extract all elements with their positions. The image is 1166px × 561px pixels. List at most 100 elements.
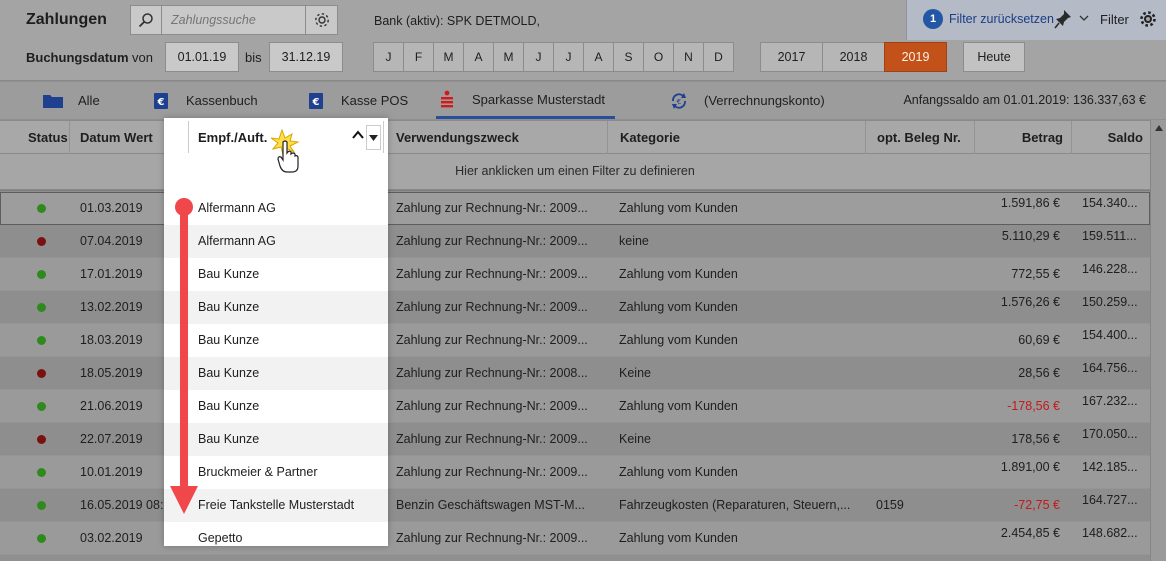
cell-receipt [876, 324, 972, 357]
svg-text:€: € [677, 98, 681, 106]
tab-clearing-account[interactable]: € (Verrechnungskonto) [668, 82, 825, 119]
column-header-purpose[interactable]: Verwendungszweck [388, 121, 608, 154]
sort-ascending-icon[interactable] [352, 130, 364, 140]
year-button-2019[interactable]: 2019 [884, 42, 947, 72]
month-button[interactable]: J [553, 42, 584, 72]
filter-panel: 1 Filter zurücksetzen Filter [906, 0, 1166, 40]
cell-receipt [876, 258, 972, 291]
svg-text:€: € [157, 97, 165, 108]
today-button[interactable]: Heute [963, 42, 1025, 72]
cell-category: Keine [619, 366, 651, 380]
vertical-scrollbar[interactable] [1150, 120, 1166, 561]
toolbar: Zahlungen Bank (aktiv): SPK DETMOLD, 1 F… [0, 0, 1166, 81]
cell-purpose: Benzin Geschäftswagen MST-M... [396, 498, 585, 512]
tab-label: Alle [78, 93, 100, 108]
cell-purpose: Zahlung zur Rechnung-Nr.: 2009... [396, 234, 588, 248]
cell-balance: 170.050... [1082, 427, 1138, 441]
status-dot-open [37, 435, 46, 444]
pin-icon[interactable] [1054, 9, 1072, 29]
cell-purpose: Zahlung zur Rechnung-Nr.: 2009... [396, 399, 588, 413]
date-to-field[interactable]: 31.12.19 [269, 42, 343, 72]
cell-receipt [876, 456, 972, 489]
sparkasse-icon [436, 90, 458, 108]
filter-reset-link[interactable]: Filter zurücksetzen [949, 12, 1054, 26]
from-label: von [132, 50, 153, 65]
cell-category: Zahlung vom Kunden [619, 267, 738, 281]
month-button[interactable]: M [493, 42, 524, 72]
cell-receipt [876, 192, 972, 225]
booking-date-label: Buchungsdatum [26, 50, 129, 65]
search-button[interactable] [131, 6, 162, 34]
month-button[interactable]: N [673, 42, 704, 72]
month-button[interactable]: D [703, 42, 734, 72]
column-header-receipt[interactable]: opt. Beleg Nr. [869, 121, 975, 154]
tab-all[interactable]: Alle [42, 82, 100, 119]
cell-category: keine [619, 234, 649, 248]
year-button-2017[interactable]: 2017 [760, 42, 823, 72]
folder-icon [42, 92, 64, 110]
cell-balance: 148.682... [1082, 526, 1138, 540]
cell-category: Zahlung vom Kunden [619, 531, 738, 545]
cell-amount: 5.110,29 € [1001, 229, 1060, 243]
hand-cursor-icon [270, 128, 300, 173]
column-header-status[interactable]: Status [20, 121, 70, 154]
column-header-balance[interactable]: Saldo [1073, 121, 1151, 154]
cell-amount: 2.454,85 € [1000, 526, 1060, 540]
cell-amount: 1.591,86 € [1000, 196, 1060, 210]
tab-label: Kasse POS [341, 93, 409, 108]
status-dot-ok [37, 402, 46, 411]
cell-purpose: Zahlung zur Rechnung-Nr.: 2009... [396, 432, 588, 446]
search-input[interactable] [163, 6, 305, 34]
to-label: bis [245, 50, 262, 65]
month-button[interactable]: A [583, 42, 614, 72]
tab-cash-pos[interactable]: € Kasse POS [305, 82, 408, 119]
clearing-account-icon: € [668, 92, 690, 110]
cell-receipt [876, 423, 972, 456]
month-button[interactable]: S [613, 42, 644, 72]
date-from-field[interactable]: 01.01.19 [165, 42, 239, 72]
cell-recipient[interactable]: Gepetto [164, 522, 388, 546]
month-button[interactable]: M [433, 42, 464, 72]
cell-amount: -72,75 € [1014, 498, 1060, 512]
filter-count-badge: 1 [923, 9, 943, 29]
cell-receipt [876, 522, 972, 555]
search-settings-button[interactable] [305, 6, 337, 34]
cell-balance: 159.511... [1082, 229, 1137, 243]
cell-receipt [876, 357, 972, 390]
cell-balance: 164.756... [1082, 361, 1138, 375]
cell-receipt: 0159 [876, 498, 904, 512]
status-dot-ok [37, 204, 46, 213]
cell-amount: 28,56 € [1018, 366, 1060, 380]
cell-balance: 142.185... [1082, 460, 1138, 474]
search-icon [138, 13, 153, 28]
month-button[interactable]: O [643, 42, 674, 72]
filter-label[interactable]: Filter [1100, 12, 1129, 27]
cell-balance: 164.727... [1082, 493, 1138, 507]
scroll-up-icon[interactable] [1154, 124, 1164, 132]
chevron-down-icon[interactable] [1079, 14, 1089, 22]
status-dot-open [37, 369, 46, 378]
month-button[interactable]: A [463, 42, 494, 72]
tab-cash-book[interactable]: € Kassenbuch [150, 82, 258, 119]
gear-icon [314, 13, 329, 27]
sort-direction-arrow [170, 198, 198, 514]
cell-balance: 154.400... [1082, 328, 1138, 342]
opening-balance: Anfangssaldo am 01.01.2019: 136.337,63 € [903, 93, 1146, 107]
status-dot-ok [37, 468, 46, 477]
active-bank-label: Bank (aktiv): SPK DETMOLD, [374, 14, 541, 28]
month-button[interactable]: F [403, 42, 434, 72]
column-header-amount[interactable]: Betrag [976, 121, 1072, 154]
cell-category: Zahlung vom Kunden [619, 399, 738, 413]
page-title: Zahlungen [26, 11, 107, 28]
column-header-category[interactable]: Kategorie [612, 121, 866, 154]
cell-amount: 60,69 € [1018, 333, 1060, 347]
cell-purpose: Zahlung zur Rechnung-Nr.: 2009... [396, 333, 588, 347]
gear-icon[interactable] [1139, 10, 1157, 28]
cell-date: 16.05.2019 08:... [80, 498, 164, 512]
tab-sparkasse[interactable]: Sparkasse Musterstadt [436, 82, 615, 119]
tab-label: Kassenbuch [186, 93, 258, 108]
year-button-2018[interactable]: 2018 [822, 42, 885, 72]
month-button[interactable]: J [373, 42, 404, 72]
cell-amount: -178,56 € [1007, 399, 1060, 413]
month-button[interactable]: J [523, 42, 554, 72]
